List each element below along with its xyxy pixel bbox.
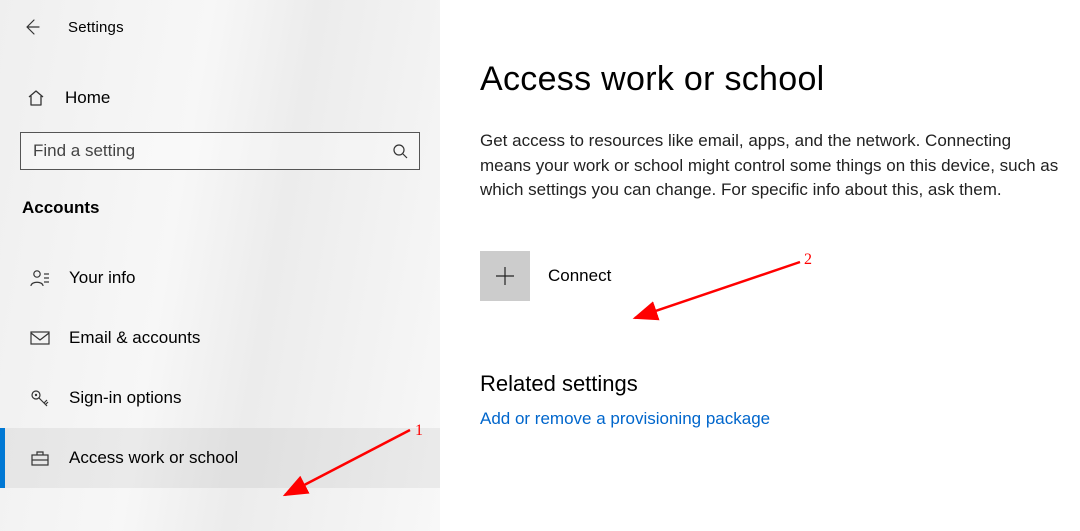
person-icon	[29, 269, 51, 287]
search-box[interactable]	[20, 132, 420, 170]
related-settings-heading: Related settings	[480, 371, 1060, 397]
home-item[interactable]: Home	[0, 74, 440, 122]
connect-button[interactable]: Connect	[480, 251, 1060, 301]
home-icon	[25, 88, 47, 108]
nav-item-your-info[interactable]: Your info	[0, 248, 440, 308]
titlebar: Settings	[0, 0, 440, 54]
settings-app: Settings Home Accounts	[0, 0, 1080, 531]
nav-item-access-work-school[interactable]: Access work or school	[0, 428, 440, 488]
page-title: Access work or school	[480, 60, 1060, 99]
plus-icon	[480, 251, 530, 301]
related-link-provisioning[interactable]: Add or remove a provisioning package	[480, 409, 770, 429]
nav-item-sign-in-options[interactable]: Sign-in options	[0, 368, 440, 428]
mail-icon	[29, 330, 51, 346]
nav-label: Access work or school	[69, 448, 238, 468]
nav-label: Email & accounts	[69, 328, 200, 348]
briefcase-icon	[29, 449, 51, 467]
nav-list: Your info Email & accounts	[0, 248, 440, 488]
nav-item-email-accounts[interactable]: Email & accounts	[0, 308, 440, 368]
sidebar: Settings Home Accounts	[0, 0, 440, 531]
home-label: Home	[65, 88, 110, 108]
nav-label: Your info	[69, 268, 135, 288]
back-arrow-icon	[22, 17, 42, 37]
key-icon	[29, 388, 51, 408]
settings-title: Settings	[68, 19, 124, 36]
main-content: Access work or school Get access to reso…	[440, 0, 1080, 531]
connect-label: Connect	[548, 266, 611, 286]
search-input[interactable]	[31, 140, 391, 162]
search-icon	[391, 142, 409, 160]
page-description: Get access to resources like email, apps…	[480, 129, 1060, 203]
back-button[interactable]	[20, 15, 44, 39]
nav-label: Sign-in options	[69, 388, 181, 408]
category-heading: Accounts	[22, 198, 440, 218]
